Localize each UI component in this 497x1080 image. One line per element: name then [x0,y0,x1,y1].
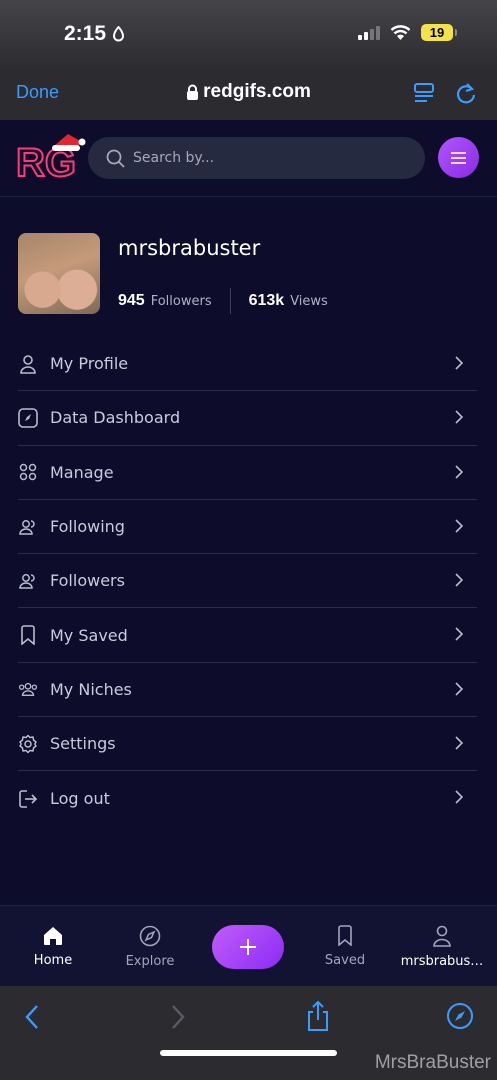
forward-icon[interactable] [170,1003,186,1031]
tab-label: Saved [324,953,366,968]
chevron-right-icon [455,519,463,533]
hamburger-icon [451,151,466,164]
tab-profile[interactable]: mrsbrabus… [394,906,490,987]
chevron-right-icon [455,356,463,370]
chevron-right-icon [455,790,463,804]
followers-label: Followers [150,293,212,309]
plus-icon [240,939,256,955]
menu-item-label: Log out [50,789,110,809]
tab-label: mrsbrabus… [400,953,484,969]
dashboard-icon [18,408,38,428]
wifi-icon [390,24,411,40]
profile-stats: 945 Followers 613k Views [118,288,328,314]
lock-icon [187,84,199,100]
tab-explore[interactable]: Explore [120,906,180,987]
status-icons: 19 [358,24,457,41]
menu-item-my-niches[interactable]: My Niches [18,663,477,718]
menu-item-my-saved[interactable]: My Saved [18,608,477,663]
menu-item-settings[interactable]: Settings [18,717,477,772]
views-count: 613k [248,292,285,309]
chevron-right-icon [455,736,463,750]
chevron-right-icon [455,465,463,479]
menu-item-label: My Profile [50,354,129,374]
views-label: Views [290,293,328,309]
menu-item-label: Settings [50,734,116,754]
search-input[interactable]: Search by... [88,137,425,179]
bottom-tab-bar: Home Explore Saved mrsbrabus… [0,905,497,986]
bookmark-icon [18,625,38,646]
user-icon [433,925,451,947]
compass-icon [139,925,161,946]
search-icon [106,149,125,168]
profile-username: mrsbrabuster [118,236,261,260]
tab-home[interactable]: Home [28,906,78,987]
stats-divider [229,288,231,314]
home-icon [44,926,62,945]
status-time: 2:15 [64,22,107,45]
chevron-right-icon [455,573,463,587]
tab-saved[interactable]: Saved [320,906,370,987]
menu-item-label: Following [50,517,125,537]
url-text: redgifs.com [203,81,311,102]
watermark: MrsBraBuster [374,1052,491,1073]
menu-item-label: My Saved [50,625,128,645]
menu-item-log-out[interactable]: Log out [18,771,477,825]
tab-label: Explore [125,953,175,969]
search-placeholder: Search by... [133,150,215,166]
hamburger-menu-button[interactable] [438,137,479,178]
menu-item-following[interactable]: Following [18,500,477,555]
user-icon [18,354,38,374]
back-icon[interactable] [24,1003,40,1031]
redgifs-logo[interactable]: RG [16,134,86,184]
chevron-right-icon [455,627,463,642]
create-button[interactable] [212,925,284,969]
gear-icon [18,734,38,754]
menu-item-manage[interactable]: Manage [18,446,477,500]
compass-icon[interactable] [446,1002,474,1030]
browser-address-bar: Done redgifs.com [0,70,497,120]
battery-indicator: 19 [421,24,457,41]
bookmark-icon [338,925,352,946]
menu-item-data-dashboard[interactable]: Data Dashboard [18,391,477,446]
avatar[interactable] [18,233,100,314]
group-icon [18,679,38,699]
chevron-right-icon [455,682,463,696]
menu-item-label: Data Dashboard [50,408,181,428]
following-icon [18,517,38,537]
followers-count: 945 [118,292,145,309]
site-header: RG Search by... [0,120,497,197]
menu-item-label: Followers [50,571,125,591]
status-bar: 2:15 19 [0,0,497,70]
menu-item-followers[interactable]: Followers [18,554,477,609]
share-icon[interactable] [305,1000,331,1032]
menu-item-label: My Niches [50,679,132,699]
browser-toolbar: MrsBraBuster [0,986,497,1080]
menu-item-my-profile[interactable]: My Profile [18,337,477,392]
location-icon [112,26,125,42]
tab-label: Home [33,952,73,968]
followers-icon [18,571,38,591]
chevron-right-icon [455,410,463,424]
logout-icon [18,789,38,809]
menu-item-label: Manage [50,462,114,482]
home-indicator [160,1050,337,1056]
reload-icon[interactable] [455,81,477,105]
signal-icon [358,25,380,40]
account-menu: My Profile Data Dashboard Manage Followi… [18,337,477,826]
reader-mode-icon[interactable] [413,82,435,104]
grid-icon [18,462,38,482]
